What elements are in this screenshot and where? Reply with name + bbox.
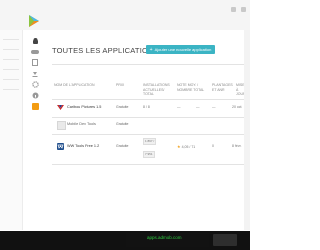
app-installs: 8 / 8 (143, 105, 150, 109)
app-updated: 8 févr. 2013 (232, 144, 242, 148)
divider (52, 64, 244, 65)
app-icon-caribou (57, 105, 64, 110)
info-icon[interactable] (31, 92, 39, 99)
left-panel (0, 30, 23, 230)
app-rating-count: — (196, 105, 200, 109)
column-header-updated[interactable]: MISE À JOUR (236, 83, 244, 97)
gear-icon[interactable] (31, 81, 39, 88)
column-header-price[interactable]: PRIX (116, 83, 136, 88)
app-installs-total: 7 951 (143, 151, 155, 158)
page-title: TOUTES LES APPLICATIONS (52, 46, 159, 55)
app-installs: 1 897 / (143, 138, 157, 145)
account-icon[interactable] (241, 7, 246, 12)
feed-icon[interactable] (31, 103, 39, 110)
app-name[interactable]: WW Tools Free 1.2 (67, 144, 99, 148)
app-price: Gratuite (116, 144, 129, 148)
star-icon: ★ (177, 144, 181, 149)
top-icons (231, 7, 246, 12)
divider (52, 164, 244, 165)
gamepad-icon[interactable] (31, 49, 39, 55)
app-price: Gratuite (116, 105, 129, 109)
divider (52, 99, 244, 100)
add-application-label: Ajouter une nouvelle application (154, 47, 212, 52)
app-icon-wwtools (57, 143, 64, 150)
app-rating: — (177, 105, 181, 109)
sidebar (28, 38, 42, 110)
app-rating-count: 71 (191, 145, 196, 149)
app-rating: 4,05 (181, 145, 189, 149)
column-header-installs[interactable]: INSTALLATIONS ACTUELLES/ TOTAL (143, 83, 170, 97)
divider (52, 117, 244, 118)
plus-icon: + (149, 46, 153, 53)
scrollbar[interactable] (244, 30, 250, 230)
ad-text[interactable]: apps.admob.com (147, 235, 182, 240)
app-crashes: 0 (212, 144, 214, 148)
google-play-logo (29, 15, 39, 27)
divider (52, 134, 244, 135)
download-icon[interactable] (31, 70, 39, 77)
ad-button[interactable] (213, 234, 237, 246)
app-name[interactable]: Caribou Pictures 1.5 (67, 105, 101, 109)
app-icon-placeholder (57, 121, 66, 130)
document-icon[interactable] (31, 59, 39, 66)
app-price: Gratuite (116, 122, 129, 126)
column-header-name[interactable]: NOM DE L'APPLICATION (54, 83, 104, 88)
top-bar (0, 0, 250, 30)
android-icon[interactable] (31, 38, 39, 45)
add-application-button[interactable]: + Ajouter une nouvelle application (146, 45, 215, 54)
app-crashes: — (212, 105, 216, 109)
column-header-rating[interactable]: NOTE MOY. / NOMBRE TOTAL (177, 83, 205, 92)
app-name[interactable]: Mobile Dev Tools (67, 122, 96, 126)
app-updated: 20 oct. 2012 (232, 105, 242, 109)
column-header-crashes[interactable]: PLANTAGES ET ANR (212, 83, 233, 92)
apps-grid-icon[interactable] (231, 7, 236, 12)
